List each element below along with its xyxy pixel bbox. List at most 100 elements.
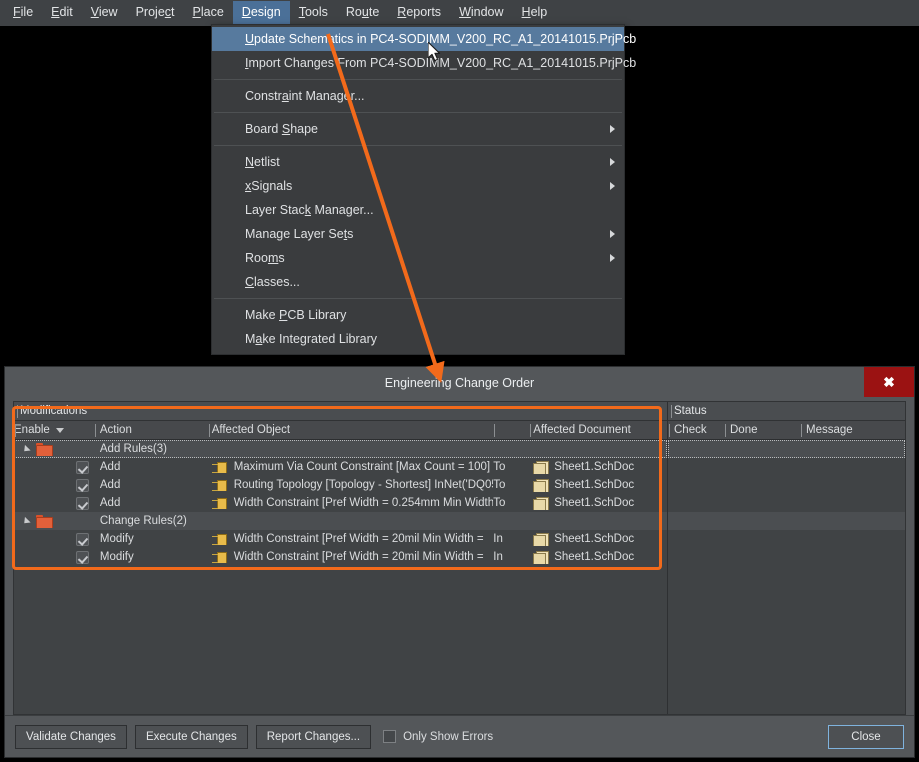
close-icon[interactable]: ✖ — [864, 367, 914, 397]
execute-changes-label: Execute Changes — [145, 730, 237, 743]
menubar-item-edit[interactable]: Edit — [42, 1, 82, 25]
schematic-document-icon — [533, 550, 550, 564]
table-row[interactable]: Modify Width Constraint [Pref Width = 20m… — [14, 548, 667, 566]
menu-item-constraint-manager[interactable]: Constraint Manager... — [212, 84, 624, 108]
column-header-enable[interactable]: Enable — [14, 421, 94, 439]
menubar-item-window[interactable]: Window — [450, 1, 512, 25]
cell-affected-object-label: Width Constraint [Pref Width = 0.254mm M… — [233, 497, 494, 509]
table-group-row[interactable]: Add Rules(3) — [14, 440, 667, 458]
only-show-errors-checkbox-wrap[interactable]: Only Show Errors — [383, 730, 493, 743]
design-rule-icon — [211, 551, 228, 563]
only-show-errors-checkbox[interactable] — [383, 730, 397, 743]
column-header-message-label: Message — [806, 424, 853, 436]
menu-item-manage-layer-sets[interactable]: Manage Layer Sets — [212, 222, 624, 246]
column-header-action[interactable]: Action — [94, 421, 208, 439]
status-row[interactable] — [668, 458, 905, 476]
menubar-item-label: Project — [135, 5, 175, 19]
modifications-column-headers: Enable Action Affected Object Affected D… — [14, 421, 667, 440]
status-row[interactable] — [668, 440, 905, 458]
design-rule-icon — [211, 497, 228, 509]
execute-changes-button[interactable]: Execute Changes — [134, 724, 248, 749]
table-row[interactable]: Add Width Constraint [Pref Width = 0.254m… — [14, 494, 667, 512]
cell-affected-document: Sheet1.SchDoc — [529, 496, 667, 510]
column-header-spacer[interactable] — [493, 421, 529, 439]
menubar-item-design[interactable]: Design — [232, 1, 290, 25]
column-header-affected-document[interactable]: Affected Document — [529, 421, 667, 439]
cell-enable[interactable] — [14, 442, 94, 456]
close-button[interactable]: Close — [828, 724, 904, 749]
dialog-body: Modifications Enable Action Affected Obj… — [13, 401, 906, 715]
menubar-item-reports[interactable]: Reports — [388, 1, 450, 25]
menu-item-label: Layer Stack Manager... — [245, 203, 374, 217]
document-lines-icon — [535, 500, 543, 507]
cell-affected-object-label: Width Constraint [Pref Width = 20mil Min… — [233, 533, 484, 545]
design-rule-icon — [211, 479, 228, 491]
validate-changes-button[interactable]: Validate Changes — [15, 724, 127, 749]
column-header-action-label: Action — [99, 424, 132, 436]
table-row[interactable]: Add Maximum Via Count Constraint [Max Cou… — [14, 458, 667, 476]
menubar-item-project[interactable]: Project — [127, 1, 184, 25]
menu-item-label: xSignals — [245, 179, 293, 193]
status-row[interactable] — [668, 548, 905, 566]
column-header-enable-label: Enable — [14, 424, 50, 436]
chevron-right-icon — [610, 254, 615, 262]
schematic-document-icon — [533, 532, 550, 546]
menu-item-update-schematics-in-pc4-sodimm-v200-rc-a1-20141015-prjpcb[interactable]: Update Schematics in PC4-SODIMM_V200_RC_… — [212, 27, 636, 51]
cell-enable[interactable] — [14, 514, 94, 528]
menu-item-make-pcb-library[interactable]: Make PCB Library — [212, 303, 624, 327]
status-rows[interactable] — [668, 440, 905, 714]
menu-item-make-integrated-library[interactable]: Make Integrated Library — [212, 327, 624, 351]
menu-item-label: Make Integrated Library — [245, 332, 378, 346]
expand-collapse-icon[interactable] — [21, 516, 31, 526]
menubar-item-label: Reports — [397, 5, 442, 19]
menubar-item-file[interactable]: File — [4, 1, 42, 25]
application-window: File Edit View Project Place Design Tools Route… — [0, 0, 919, 762]
enable-checkbox[interactable] — [76, 496, 89, 510]
menu-item-rooms[interactable]: Rooms — [212, 246, 624, 270]
cell-enable[interactable] — [14, 550, 94, 564]
column-header-message[interactable]: Message — [800, 421, 905, 439]
menubar-item-help[interactable]: Help — [513, 1, 557, 25]
table-row[interactable]: Modify Width Constraint [Pref Width = 20m… — [14, 530, 667, 548]
menubar-item-route[interactable]: Route — [337, 1, 388, 25]
cell-enable[interactable] — [14, 460, 94, 474]
enable-checkbox[interactable] — [76, 478, 89, 492]
menu-item-classes[interactable]: Classes... — [212, 270, 624, 294]
menu-item-netlist[interactable]: Netlist — [212, 150, 624, 174]
menu-item-board-shape[interactable]: Board Shape — [212, 117, 624, 141]
table-group-row[interactable]: Change Rules(2) — [14, 512, 667, 530]
table-row[interactable]: Add Routing Topology [Topology - Shortest… — [14, 476, 667, 494]
design-dropdown-menu[interactable]: Update Schematics in PC4-SODIMM_V200_RC_… — [211, 24, 636, 355]
cell-to: To — [493, 497, 506, 509]
enable-checkbox[interactable] — [76, 460, 89, 474]
column-header-check[interactable]: Check — [668, 421, 724, 439]
menu-item-label: Rooms — [245, 251, 285, 265]
report-changes-button[interactable]: Report Changes... — [255, 724, 372, 749]
menubar-item-view[interactable]: View — [82, 1, 127, 25]
menu-item-xsignals[interactable]: xSignals — [212, 174, 624, 198]
cell-affected-object-label: Maximum Via Count Constraint [Max Count … — [233, 461, 494, 473]
modifications-rows[interactable]: Add Rules(3) Add Maximum Via Count Constra… — [14, 440, 667, 714]
enable-checkbox[interactable] — [76, 532, 89, 546]
cell-action: Add — [99, 497, 121, 509]
document-lines-icon — [535, 464, 543, 471]
menubar-item-tools[interactable]: Tools — [290, 1, 337, 25]
design-rule-icon — [211, 533, 228, 545]
status-row[interactable] — [668, 476, 905, 494]
cell-enable[interactable] — [14, 496, 94, 510]
cell-enable[interactable] — [14, 532, 94, 546]
status-row[interactable] — [668, 530, 905, 548]
cell-affected-object: Width Constraint [Pref Width = 20mil Min… — [208, 551, 494, 563]
menu-item-layer-stack-manager[interactable]: Layer Stack Manager... — [212, 198, 624, 222]
column-header-affected-object[interactable]: Affected Object — [208, 421, 494, 439]
status-row[interactable] — [668, 512, 905, 530]
enable-checkbox[interactable] — [76, 550, 89, 564]
menubar-item-place[interactable]: Place — [184, 1, 233, 25]
menu-item-import-changes-from-pc4-sodimm-v200-rc-a1-20141015-prjpcb[interactable]: Import Changes From PC4-SODIMM_V200_RC_A… — [212, 51, 636, 75]
status-row[interactable] — [668, 494, 905, 512]
document-lines-icon — [535, 554, 543, 561]
expand-collapse-icon[interactable] — [21, 444, 31, 454]
cell-enable[interactable] — [14, 478, 94, 492]
chevron-right-icon — [610, 125, 615, 133]
column-header-done[interactable]: Done — [724, 421, 800, 439]
